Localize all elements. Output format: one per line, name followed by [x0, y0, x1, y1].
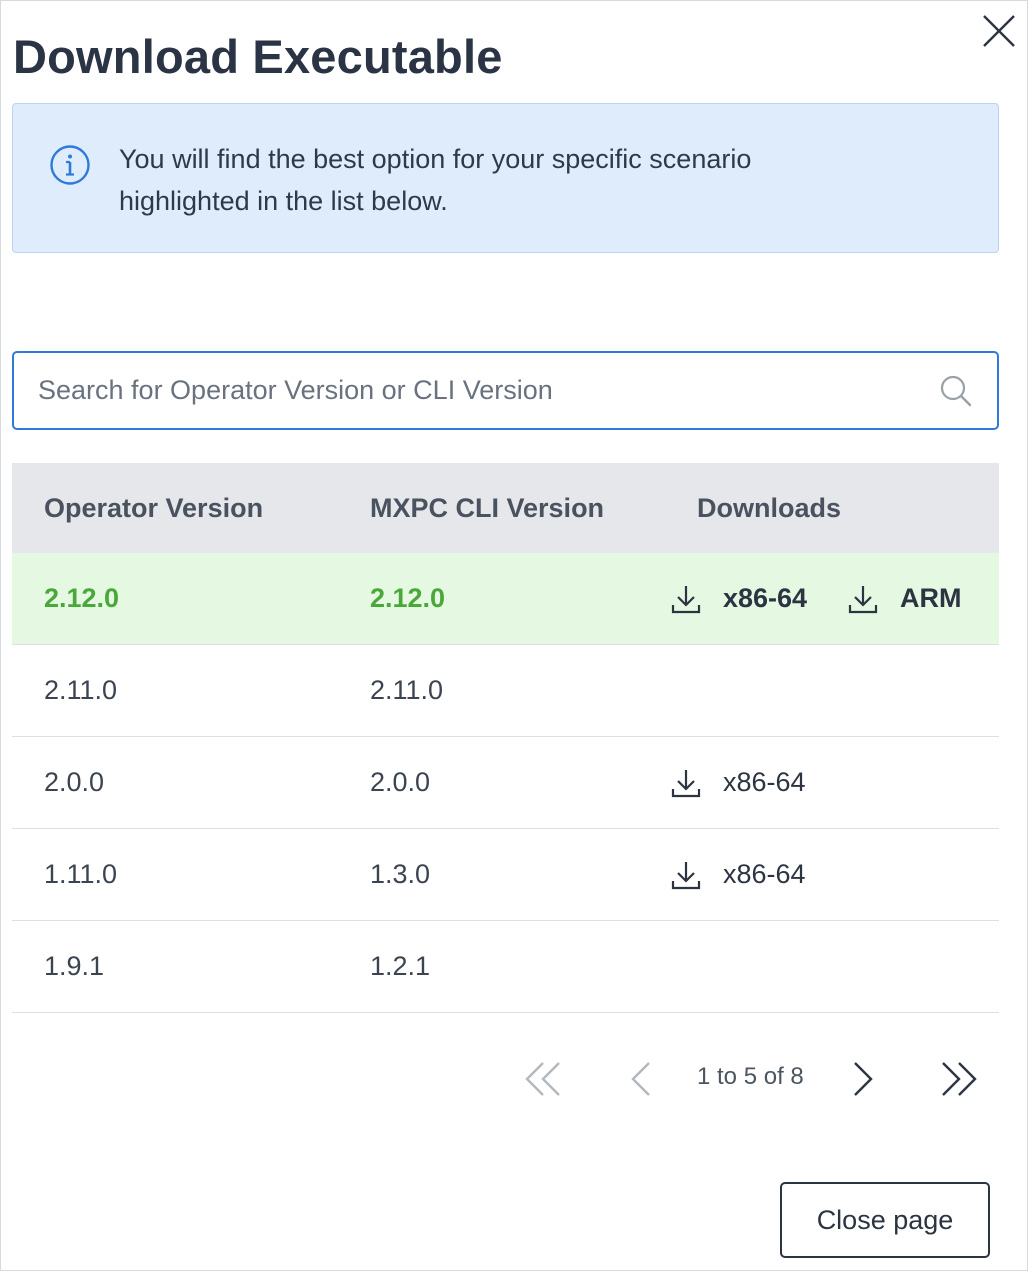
- download-arm-link[interactable]: ARM: [846, 553, 962, 644]
- download-label: x86-64: [723, 583, 808, 613]
- pagination-range: 1 to 5 of 8: [697, 1063, 804, 1090]
- download-x86-64-link[interactable]: x86-64: [669, 829, 806, 920]
- info-icon: [50, 145, 90, 185]
- operator-version-cell: 2.0.0: [44, 767, 105, 797]
- dialog-title: Download Executable: [13, 30, 503, 83]
- search-field: [12, 351, 999, 430]
- header-downloads: Downloads: [697, 493, 842, 523]
- download-icon: [671, 585, 701, 613]
- download-icon: [848, 585, 878, 613]
- versions-table: Operator Version MXPC CLI Version Downlo…: [12, 463, 999, 1013]
- cli-version-cell: 1.2.1: [370, 951, 431, 981]
- close-page-button[interactable]: Close page: [780, 1182, 990, 1258]
- download-x86-64-link[interactable]: x86-64: [669, 737, 806, 828]
- cli-version-cell: 1.3.0: [370, 859, 431, 889]
- cli-version-cell: 2.11.0: [370, 675, 444, 705]
- download-label: x86-64: [723, 859, 806, 889]
- header-cli-version: MXPC CLI Version: [370, 493, 605, 523]
- chevron-left-icon[interactable]: [619, 1057, 663, 1101]
- search-input[interactable]: [16, 353, 916, 428]
- operator-version-cell: 1.9.1: [44, 951, 105, 981]
- double-chevron-right-icon[interactable]: [937, 1057, 981, 1101]
- operator-version-cell: 2.11.0: [44, 675, 118, 705]
- operator-version-cell: 1.11.0: [44, 859, 118, 889]
- download-label: ARM: [900, 583, 962, 613]
- info-text: You will find the best option for your s…: [119, 144, 752, 216]
- pagination: 1 to 5 of 8: [1, 1051, 1028, 1107]
- table-row: 1.11.0 1.3.0 x86-64: [12, 829, 999, 921]
- table-row: 1.9.1 1.2.1: [12, 921, 999, 1013]
- table-row: 2.12.0 2.12.0 x86-64 ARM: [12, 553, 999, 645]
- table-row: 2.0.0 2.0.0 x86-64: [12, 737, 999, 829]
- download-label: x86-64: [723, 767, 806, 797]
- cli-version-cell: 2.12.0: [370, 583, 446, 613]
- search-icon[interactable]: [938, 373, 974, 409]
- info-banner: You will find the best option for your s…: [12, 103, 999, 253]
- table-row: 2.11.0 2.11.0: [12, 645, 999, 737]
- close-icon[interactable]: [979, 11, 1019, 51]
- operator-version-cell: 2.12.0: [44, 583, 120, 613]
- download-dialog: Download Executable You will find the be…: [0, 0, 1028, 1271]
- cli-version-cell: 2.0.0: [370, 767, 431, 797]
- chevron-right-icon[interactable]: [841, 1057, 885, 1101]
- table-header: Operator Version MXPC CLI Version Downlo…: [12, 463, 999, 553]
- double-chevron-left-icon[interactable]: [521, 1057, 565, 1101]
- download-x86-64-link[interactable]: x86-64: [669, 553, 807, 644]
- header-operator-version: Operator Version: [44, 493, 264, 523]
- download-icon: [671, 769, 701, 797]
- download-icon: [671, 861, 701, 889]
